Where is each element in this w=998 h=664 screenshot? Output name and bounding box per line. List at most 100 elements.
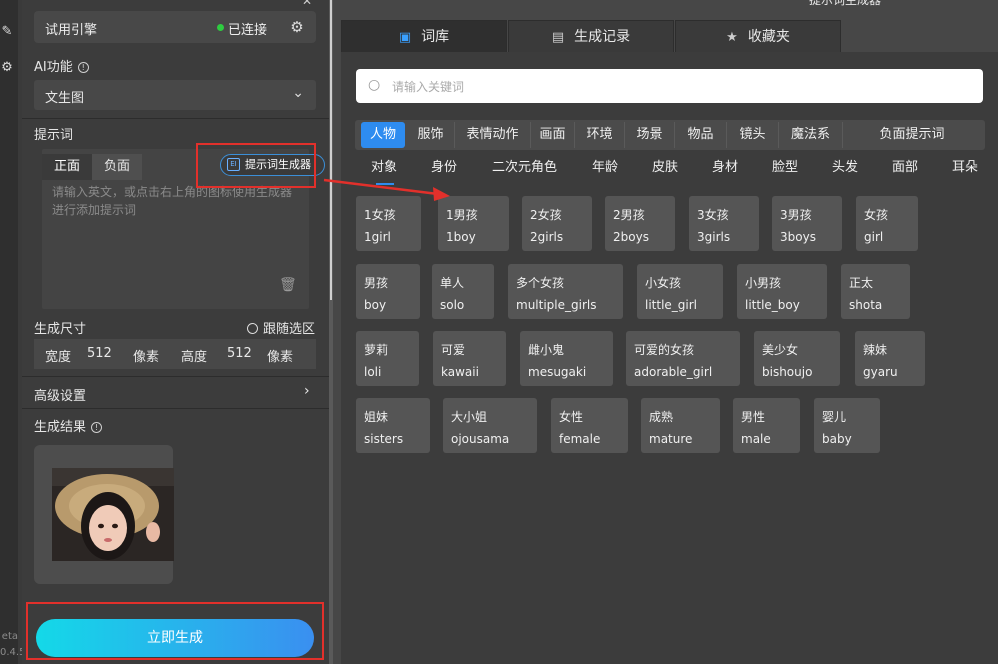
width-input[interactable]: 512: [87, 346, 112, 361]
scrollbar-thumb[interactable]: [330, 0, 332, 300]
tool-sidebar: ✎ ⚙ eta 0.4.5: [0, 0, 26, 664]
engine-name: 试用引擎: [45, 23, 98, 38]
category-tab[interactable]: 服饰: [407, 122, 455, 148]
tag-chip[interactable]: 男性 male: [733, 398, 800, 453]
result-card[interactable]: [34, 445, 174, 584]
tag-chip[interactable]: 女孩 girl: [856, 196, 918, 251]
tag-chip[interactable]: 成熟 mature: [641, 398, 720, 453]
size-label: 生成尺寸: [34, 322, 87, 337]
size-fields: 宽度 512 像素 高度 512 像素: [34, 339, 316, 369]
category-tab[interactable]: 表情动作: [455, 122, 531, 148]
search-icon: ○: [368, 77, 381, 93]
chevron-right-icon[interactable]: ›: [304, 383, 310, 399]
tag-chip[interactable]: 小男孩 little_boy: [737, 264, 827, 319]
subcategory-tab[interactable]: 面部: [892, 156, 918, 180]
category-tab[interactable]: 负面提示词: [843, 122, 981, 148]
tab-negative[interactable]: 负面: [92, 154, 142, 180]
tag-chip[interactable]: 可爱 kawaii: [433, 331, 506, 386]
trash-icon[interactable]: 🗑: [279, 277, 297, 293]
engine-status: 已连接: [228, 23, 268, 38]
tab-favorites[interactable]: ★ 收藏夹: [675, 20, 841, 52]
follow-selection-label: 跟随选区: [263, 322, 316, 337]
follow-selection-radio[interactable]: 跟随选区: [247, 318, 315, 337]
subcategory-tab[interactable]: 二次元角色: [492, 156, 557, 180]
book-icon: ▣: [398, 30, 412, 45]
info-icon[interactable]: !: [77, 62, 89, 73]
folder-star-icon: ★: [726, 30, 738, 45]
ai-function-select[interactable]: 文生图 ⌄: [34, 80, 316, 110]
ai-function-label: AI功能!: [34, 56, 89, 75]
subcategory-tab[interactable]: 耳朵: [952, 156, 978, 180]
subcategory-tab[interactable]: 脸型: [772, 156, 798, 180]
tag-chip[interactable]: 雌小鬼 mesugaki: [520, 331, 613, 386]
subcategory-tab[interactable]: 头发: [832, 156, 858, 180]
ai-function-value: 文生图: [45, 91, 85, 106]
category-tab[interactable]: 镜头: [727, 122, 779, 148]
category-tab[interactable]: 环境: [575, 122, 625, 148]
tag-chip[interactable]: 男孩 boy: [356, 264, 420, 319]
advanced-settings[interactable]: 高级设置: [34, 385, 86, 404]
engine-settings-icon[interactable]: ⚙: [286, 16, 308, 38]
category-tab[interactable]: 物品: [675, 122, 727, 148]
annotation-arrow: [323, 178, 450, 201]
category-tab[interactable]: 场景: [625, 122, 675, 148]
version-label: eta: [1, 631, 18, 642]
version-number: 0.4.5: [0, 647, 26, 658]
chevron-down-icon: ⌄: [292, 85, 304, 101]
category-tab[interactable]: 画面: [531, 122, 575, 148]
app-root: ✎ ⚙ eta 0.4.5 ✕ 试用引擎 已连接 ⚙ AI功能! 文生图 ⌄ 提…: [0, 0, 998, 664]
left-panel: ✕ 试用引擎 已连接 ⚙ AI功能! 文生图 ⌄ 提示词 正面 负面 EI 提示…: [22, 0, 329, 664]
height-unit: 像素: [267, 350, 294, 365]
subcategory-tab[interactable]: 年龄: [592, 156, 618, 180]
subcategory-tab[interactable]: 皮肤: [652, 156, 678, 180]
divider: [22, 408, 329, 409]
tag-chip[interactable]: 姐妹 sisters: [356, 398, 430, 453]
tag-chip[interactable]: 女性 female: [551, 398, 628, 453]
category-tab[interactable]: 人物: [361, 122, 405, 148]
search-placeholder: 请输入关键词: [392, 80, 465, 94]
height-label: 高度: [181, 350, 208, 365]
edit-icon[interactable]: ✎: [0, 25, 14, 39]
gear-icon[interactable]: ⚙: [0, 61, 14, 75]
prompt-textarea[interactable]: 请输入英文，或点击右上角的图标使用生成器进行添加提示词: [52, 183, 302, 219]
divider: [22, 118, 329, 119]
tab-library[interactable]: ▣ 词库: [341, 20, 507, 52]
result-label: 生成结果!: [34, 416, 103, 435]
tag-chip[interactable]: 美少女 bishoujo: [754, 331, 840, 386]
tag-chip[interactable]: 多个女孩 multiple_girls: [508, 264, 623, 319]
search-input[interactable]: ○ 请输入关键词: [356, 69, 983, 103]
tag-chip[interactable]: 2女孩 2girls: [522, 196, 592, 251]
tag-chip[interactable]: 2男孩 2boys: [605, 196, 675, 251]
tag-chip[interactable]: 正太 shota: [841, 264, 910, 319]
tag-chip[interactable]: 辣妹 gyaru: [855, 331, 925, 386]
result-image[interactable]: [52, 468, 174, 561]
info-icon[interactable]: !: [91, 422, 103, 433]
radio-icon: [247, 323, 258, 334]
prompt-label: 提示词: [34, 128, 74, 143]
status-dot: [217, 24, 224, 31]
tag-chip[interactable]: 大小姐 ojousama: [443, 398, 537, 453]
library-panel: ○ 请输入关键词 人物 服饰 表情动作 画面 环境 场景 物品 镜头 魔法系 负…: [341, 52, 998, 664]
window-title: 提示词生成器: [809, 0, 882, 7]
tag-chip[interactable]: 小女孩 little_girl: [637, 264, 723, 319]
highlight-box: [196, 143, 316, 188]
document-icon: ▤: [551, 30, 565, 45]
prompt-generator-panel: 提示词生成器 ▣ 词库 ▤ 生成记录 ★ 收藏夹 ○ 请输入关键词 人物 服饰 表情动…: [333, 0, 998, 664]
width-unit: 像素: [133, 350, 160, 365]
tag-chip[interactable]: 婴儿 baby: [814, 398, 880, 453]
tag-chip[interactable]: 可爱的女孩 adorable_girl: [626, 331, 740, 386]
close-icon[interactable]: ✕: [302, 0, 312, 8]
subcategory-tab[interactable]: 身材: [712, 156, 738, 180]
width-label: 宽度: [45, 350, 72, 365]
tag-chip[interactable]: 3女孩 3girls: [689, 196, 759, 251]
tab-history[interactable]: ▤ 生成记录: [508, 20, 674, 52]
tag-chip[interactable]: 萝莉 loli: [356, 331, 419, 386]
tag-chip[interactable]: 3男孩 3boys: [772, 196, 842, 251]
tab-positive[interactable]: 正面: [42, 154, 92, 180]
height-input[interactable]: 512: [227, 346, 252, 361]
tag-chip[interactable]: 单人 solo: [432, 264, 494, 319]
category-tab[interactable]: 魔法系: [779, 122, 843, 148]
engine-card: 试用引擎 已连接 ⚙: [34, 11, 316, 43]
highlight-box: [26, 602, 324, 660]
